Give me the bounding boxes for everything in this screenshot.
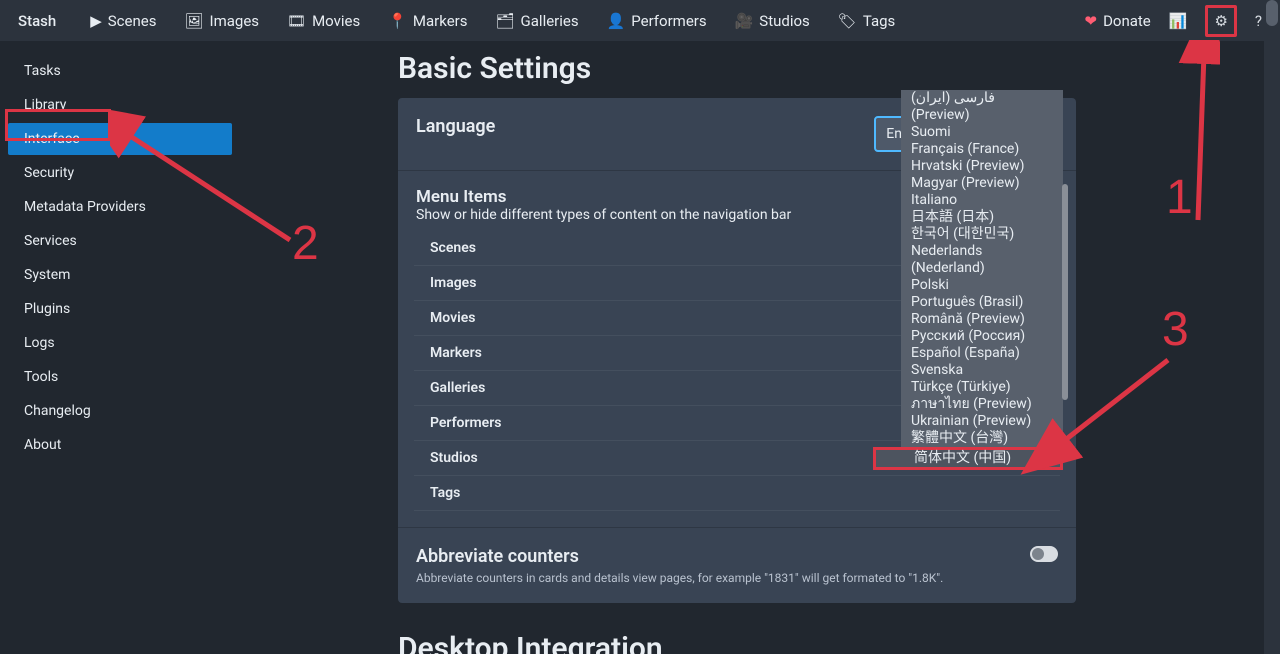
lang-option[interactable]: Magyar (Preview) (901, 175, 1063, 192)
gear-icon[interactable]: ⚙ (1214, 12, 1227, 30)
lang-option[interactable]: ภาษาไทย (Preview) (901, 396, 1063, 413)
lang-option[interactable]: Français (France) (901, 141, 1063, 158)
abbrev-toggle[interactable] (1030, 546, 1058, 562)
nav-studios[interactable]: 🎥 Studios (735, 12, 810, 30)
settings-sidebar: Tasks Library Interface Security Metadat… (0, 41, 240, 654)
nav-label: Markers (413, 12, 468, 30)
sidebar-item-library[interactable]: Library (8, 89, 232, 121)
language-label: Language (416, 116, 495, 137)
sidebar-item-metadata[interactable]: Metadata Providers (8, 191, 232, 223)
nav-label: Performers (631, 12, 706, 30)
nav-label: Scenes (108, 12, 157, 30)
lang-option[interactable]: Nederlands (Nederland) (901, 243, 1063, 277)
menu-item[interactable]: Tags (414, 476, 1060, 511)
nav-label: Galleries (521, 12, 579, 30)
nav-label: Images (210, 12, 260, 30)
sidebar-item-changelog[interactable]: Changelog (8, 395, 232, 427)
nav-performers[interactable]: 👤 Performers (607, 12, 707, 30)
stats-icon[interactable]: 📊 (1169, 12, 1188, 30)
abbrev-sub: Abbreviate counters in cards and details… (416, 571, 943, 585)
page-scrollbar[interactable] (1264, 0, 1280, 654)
lang-option[interactable]: Suomi (901, 124, 1063, 141)
nav-label: Studios (759, 12, 810, 30)
donate-link[interactable]: ❤ Donate (1084, 12, 1150, 30)
lang-option[interactable]: Русский (Россия) (901, 328, 1063, 345)
dropdown-scrollbar[interactable] (1062, 184, 1068, 400)
sidebar-item-security[interactable]: Security (8, 157, 232, 189)
nav-scenes[interactable]: ▶ Scenes (90, 12, 156, 30)
help-icon[interactable]: ? (1255, 12, 1262, 30)
nav-links: ▶ Scenes 🖼 Images 🎞 Movies 📍 Markers 🗂 Galler… (90, 12, 895, 30)
gallery-icon: 🗂 (496, 12, 515, 30)
donate-label: Donate (1103, 12, 1151, 30)
sidebar-item-services[interactable]: Services (8, 225, 232, 257)
sidebar-item-about[interactable]: About (8, 429, 232, 461)
film-icon: 🎞 (287, 12, 306, 30)
heart-icon: ❤ (1084, 12, 1097, 30)
sidebar-item-system[interactable]: System (8, 259, 232, 291)
sidebar-item-interface[interactable]: Interface (8, 123, 232, 155)
lang-option[interactable]: Ukrainian (Preview) (901, 413, 1063, 430)
section-title: Desktop Integration (398, 631, 1260, 654)
nav-movies[interactable]: 🎞 Movies (287, 12, 360, 30)
sidebar-item-tasks[interactable]: Tasks (8, 55, 232, 87)
abbrev-heading: Abbreviate counters (416, 546, 943, 567)
page-title: Basic Settings (398, 51, 1260, 86)
tag-icon: 🏷 (838, 12, 857, 30)
lang-option-highlighted[interactable]: 简体中文 (中国) (873, 447, 1063, 470)
lang-option[interactable]: 한국어 (대한민국) (901, 226, 1063, 243)
nav-galleries[interactable]: 🗂 Galleries (496, 12, 579, 30)
nav-right: ❤ Donate 📊 ⚙ ? (1084, 5, 1262, 37)
image-icon: 🖼 (184, 12, 203, 30)
lang-option[interactable]: Türkçe (Türkiye) (901, 379, 1063, 396)
nav-label: Movies (312, 12, 360, 30)
language-dropdown[interactable]: فارسی (ایران) (Preview) Suomi Français (… (901, 90, 1063, 470)
lang-option[interactable]: Hrvatski (Preview) (901, 158, 1063, 175)
play-icon: ▶ (90, 12, 102, 30)
sidebar-item-tools[interactable]: Tools (8, 361, 232, 393)
nav-markers[interactable]: 📍 Markers (388, 12, 467, 30)
lang-option[interactable]: Español (España) (901, 345, 1063, 362)
lang-option[interactable]: Română (Preview) (901, 311, 1063, 328)
brand-link[interactable]: Stash (18, 12, 56, 30)
sidebar-item-logs[interactable]: Logs (8, 327, 232, 359)
lang-option[interactable]: Italiano (901, 192, 1063, 209)
top-nav: Stash ▶ Scenes 🖼 Images 🎞 Movies 📍 Markers 🗂… (0, 0, 1280, 41)
settings-main: Basic Settings Language English (United … (240, 41, 1260, 654)
sidebar-item-plugins[interactable]: Plugins (8, 293, 232, 325)
camera-icon: 🎥 (735, 12, 754, 30)
lang-option[interactable]: فارسی (ایران) (Preview) (901, 90, 1063, 124)
nav-label: Tags (863, 12, 895, 30)
lang-option[interactable]: Svenska (901, 362, 1063, 379)
body-layout: Tasks Library Interface Security Metadat… (0, 41, 1280, 654)
marker-icon: 📍 (388, 12, 407, 30)
settings-highlight: ⚙ (1205, 5, 1236, 37)
nav-images[interactable]: 🖼 Images (184, 12, 259, 30)
lang-option[interactable]: 日本語 (日本) (901, 209, 1063, 226)
abbrev-row: Abbreviate counters Abbreviate counters … (398, 528, 1076, 603)
lang-option[interactable]: 繁體中文 (台灣) (901, 430, 1063, 447)
nav-tags[interactable]: 🏷 Tags (838, 12, 896, 30)
lang-option[interactable]: Português (Brasil) (901, 294, 1063, 311)
lang-option[interactable]: Polski (901, 277, 1063, 294)
person-icon: 👤 (607, 12, 626, 30)
